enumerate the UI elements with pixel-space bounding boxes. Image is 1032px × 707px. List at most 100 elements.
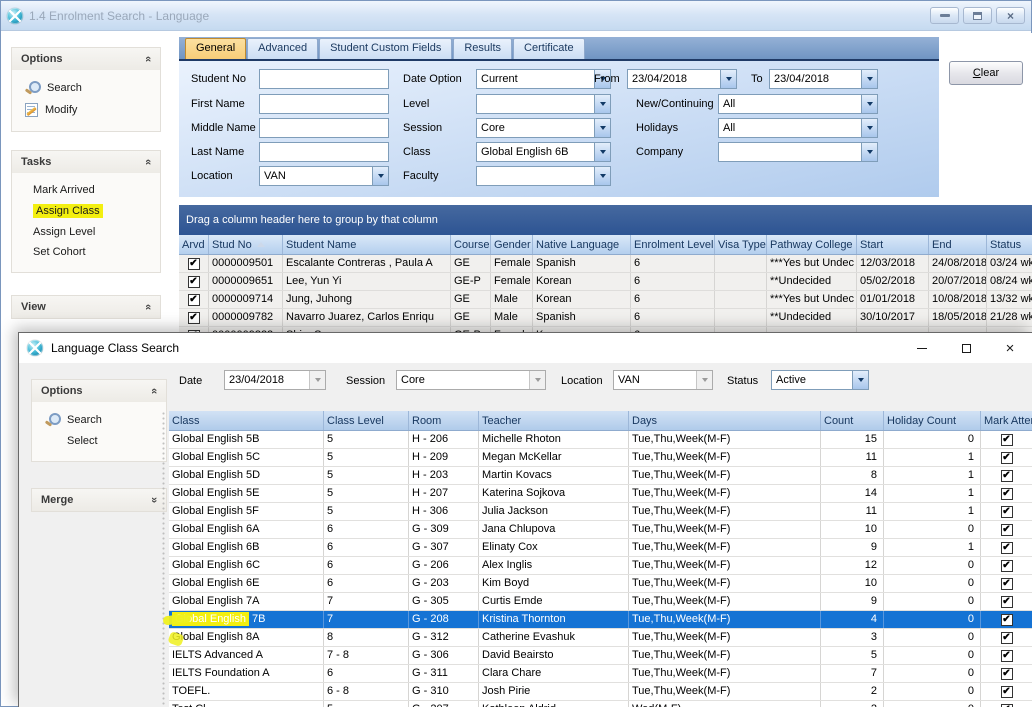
checkbox-checked-icon[interactable]: ✔ bbox=[1001, 488, 1013, 500]
cell-arvd[interactable]: ✔ bbox=[179, 273, 209, 290]
cell-mark-atten[interactable]: ✔ bbox=[981, 629, 1032, 646]
column-header-room[interactable]: Room bbox=[409, 411, 479, 430]
sidebar-item-search[interactable]: Search bbox=[12, 77, 160, 99]
chevron-down-icon[interactable] bbox=[861, 119, 877, 137]
chevron-down-icon[interactable] bbox=[852, 371, 868, 389]
sidebar-item-assign-level[interactable]: Assign Level bbox=[12, 222, 160, 242]
sidebar-item-mark-arrived[interactable]: Mark Arrived bbox=[12, 180, 160, 200]
column-header-days[interactable]: Days bbox=[629, 411, 821, 430]
tab-general[interactable]: General bbox=[185, 38, 246, 59]
cell-mark-atten[interactable]: ✔ bbox=[981, 521, 1032, 538]
checkbox-checked-icon[interactable]: ✔ bbox=[1001, 452, 1013, 464]
sidebar-item-assign-class[interactable]: Assign Class bbox=[12, 200, 160, 222]
middle-name-input[interactable] bbox=[259, 118, 389, 138]
cell-mark-atten[interactable]: ✔ bbox=[981, 557, 1032, 574]
checkbox-checked-icon[interactable]: ✔ bbox=[188, 258, 200, 270]
checkbox-checked-icon[interactable]: ✔ bbox=[1001, 650, 1013, 662]
checkbox-checked-icon[interactable]: ✔ bbox=[188, 294, 200, 306]
cell-arvd[interactable]: ✔ bbox=[179, 255, 209, 272]
group-by-band[interactable]: Drag a column header here to group by th… bbox=[179, 205, 1032, 235]
class-row[interactable]: Global English 7A7G - 305Curtis EmdeTue,… bbox=[169, 593, 1032, 611]
class-row[interactable]: Global English 5E5H - 207Katerina Sojkov… bbox=[169, 485, 1032, 503]
company-combobox[interactable] bbox=[718, 142, 878, 162]
checkbox-checked-icon[interactable]: ✔ bbox=[1001, 632, 1013, 644]
cell-mark-atten[interactable]: ✔ bbox=[981, 431, 1032, 448]
sidebar-item-modify[interactable]: Modify bbox=[12, 99, 160, 121]
checkbox-checked-icon[interactable]: ✔ bbox=[1001, 596, 1013, 608]
from-date-combobox[interactable]: 23/04/2018 bbox=[627, 69, 737, 89]
checkbox-checked-icon[interactable]: ✔ bbox=[1001, 434, 1013, 446]
checkbox-checked-icon[interactable]: ✔ bbox=[1001, 668, 1013, 680]
cell-mark-atten[interactable]: ✔ bbox=[981, 503, 1032, 520]
column-header-holiday-count[interactable]: Holiday Count bbox=[884, 411, 981, 430]
sidebar-item-search[interactable]: Search bbox=[32, 409, 166, 431]
checkbox-checked-icon[interactable]: ✔ bbox=[188, 276, 200, 288]
cell-mark-atten[interactable]: ✔ bbox=[981, 467, 1032, 484]
column-header-teacher[interactable]: Teacher bbox=[479, 411, 629, 430]
dialog-close-button[interactable]: × bbox=[988, 333, 1032, 363]
expand-chevron-icon[interactable]: » bbox=[148, 497, 160, 503]
column-header-arvd[interactable]: Arvd bbox=[179, 235, 209, 254]
enrolment-row[interactable]: ✔0000009714Jung, JuhongGEMaleKorean6***Y… bbox=[179, 291, 1032, 309]
checkbox-checked-icon[interactable]: ✔ bbox=[1001, 542, 1013, 554]
status-combobox[interactable]: Active bbox=[771, 370, 869, 390]
column-header-enrolment-level[interactable]: Enrolment Level bbox=[631, 235, 715, 254]
checkbox-checked-icon[interactable]: ✔ bbox=[1001, 560, 1013, 572]
checkbox-checked-icon[interactable]: ✔ bbox=[1001, 704, 1013, 707]
sidebar-item-select[interactable]: Select bbox=[32, 431, 166, 451]
level-combobox[interactable] bbox=[476, 94, 611, 114]
class-row[interactable]: Global English 6A6G - 309Jana ChlupovaTu… bbox=[169, 521, 1032, 539]
dialog-options-panel-header[interactable]: Options « bbox=[32, 380, 166, 402]
class-row[interactable]: Global English 6B6G - 307Elinaty CoxTue,… bbox=[169, 539, 1032, 557]
cell-mark-atten[interactable]: ✔ bbox=[981, 485, 1032, 502]
tab-results[interactable]: Results bbox=[453, 38, 512, 59]
checkbox-checked-icon[interactable]: ✔ bbox=[1001, 686, 1013, 698]
collapse-chevron-icon[interactable]: « bbox=[142, 56, 154, 62]
chevron-down-icon[interactable] bbox=[594, 119, 610, 137]
date-option-combobox[interactable]: Current bbox=[476, 69, 611, 89]
column-header-gender[interactable]: Gender bbox=[491, 235, 533, 254]
dialog-merge-panel-header[interactable]: Merge » bbox=[32, 489, 166, 511]
column-header-mark-atten[interactable]: Mark Atten bbox=[981, 411, 1032, 430]
class-combobox[interactable]: Global English 6B bbox=[476, 142, 611, 162]
cell-mark-atten[interactable]: ✔ bbox=[981, 683, 1032, 700]
column-header-native-language[interactable]: Native Language bbox=[533, 235, 631, 254]
class-row[interactable]: Global English 6C6G - 206Alex InglisTue,… bbox=[169, 557, 1032, 575]
first-name-input[interactable] bbox=[259, 94, 389, 114]
chevron-down-icon[interactable] bbox=[594, 167, 610, 185]
close-button[interactable]: × bbox=[996, 7, 1025, 24]
student-no-input[interactable] bbox=[259, 69, 389, 89]
view-panel-header[interactable]: View « bbox=[12, 296, 160, 318]
dialog-maximize-button[interactable] bbox=[944, 333, 988, 363]
column-header-class[interactable]: Class bbox=[169, 411, 324, 430]
column-header-end[interactable]: End bbox=[929, 235, 987, 254]
column-header-pathway-college[interactable]: Pathway College bbox=[767, 235, 857, 254]
column-header-start[interactable]: Start bbox=[857, 235, 929, 254]
tab-student-custom-fields[interactable]: Student Custom Fields bbox=[319, 38, 452, 59]
cell-mark-atten[interactable]: ✔ bbox=[981, 701, 1032, 707]
class-row[interactable]: IELTS Foundation A6G - 311Clara ChareTue… bbox=[169, 665, 1032, 683]
cell-arvd[interactable]: ✔ bbox=[179, 291, 209, 308]
cell-mark-atten[interactable]: ✔ bbox=[981, 611, 1032, 628]
class-row[interactable]: Global English 6E6G - 203Kim BoydTue,Thu… bbox=[169, 575, 1032, 593]
class-row[interactable]: Global English 5F5H - 306Julia JacksonTu… bbox=[169, 503, 1032, 521]
clear-button[interactable]: Clear bbox=[949, 61, 1023, 85]
cell-mark-atten[interactable]: ✔ bbox=[981, 647, 1032, 664]
cell-arvd[interactable]: ✔ bbox=[179, 309, 209, 326]
class-row[interactable]: Global English 8A8G - 312Catherine Evash… bbox=[169, 629, 1032, 647]
class-row[interactable]: Global English 7B7G - 208Kristina Thornt… bbox=[169, 611, 1032, 629]
column-header-stud-no[interactable]: Stud No bbox=[209, 235, 283, 254]
checkbox-checked-icon[interactable]: ✔ bbox=[1001, 578, 1013, 590]
cell-mark-atten[interactable]: ✔ bbox=[981, 593, 1032, 610]
enrolment-row[interactable]: ✔0000009501Escalante Contreras , Paula A… bbox=[179, 255, 1032, 273]
column-header-count[interactable]: Count bbox=[821, 411, 884, 430]
checkbox-checked-icon[interactable]: ✔ bbox=[188, 312, 200, 324]
chevron-down-icon[interactable] bbox=[861, 70, 877, 88]
new-continuing-combobox[interactable]: All bbox=[718, 94, 878, 114]
chevron-down-icon[interactable] bbox=[861, 95, 877, 113]
to-date-combobox[interactable]: 23/04/2018 bbox=[769, 69, 878, 89]
column-header-status[interactable]: Status bbox=[987, 235, 1032, 254]
faculty-combobox[interactable] bbox=[476, 166, 611, 186]
class-row[interactable]: Global English 5C5H - 209Megan McKellarT… bbox=[169, 449, 1032, 467]
checkbox-checked-icon[interactable]: ✔ bbox=[1001, 614, 1013, 626]
